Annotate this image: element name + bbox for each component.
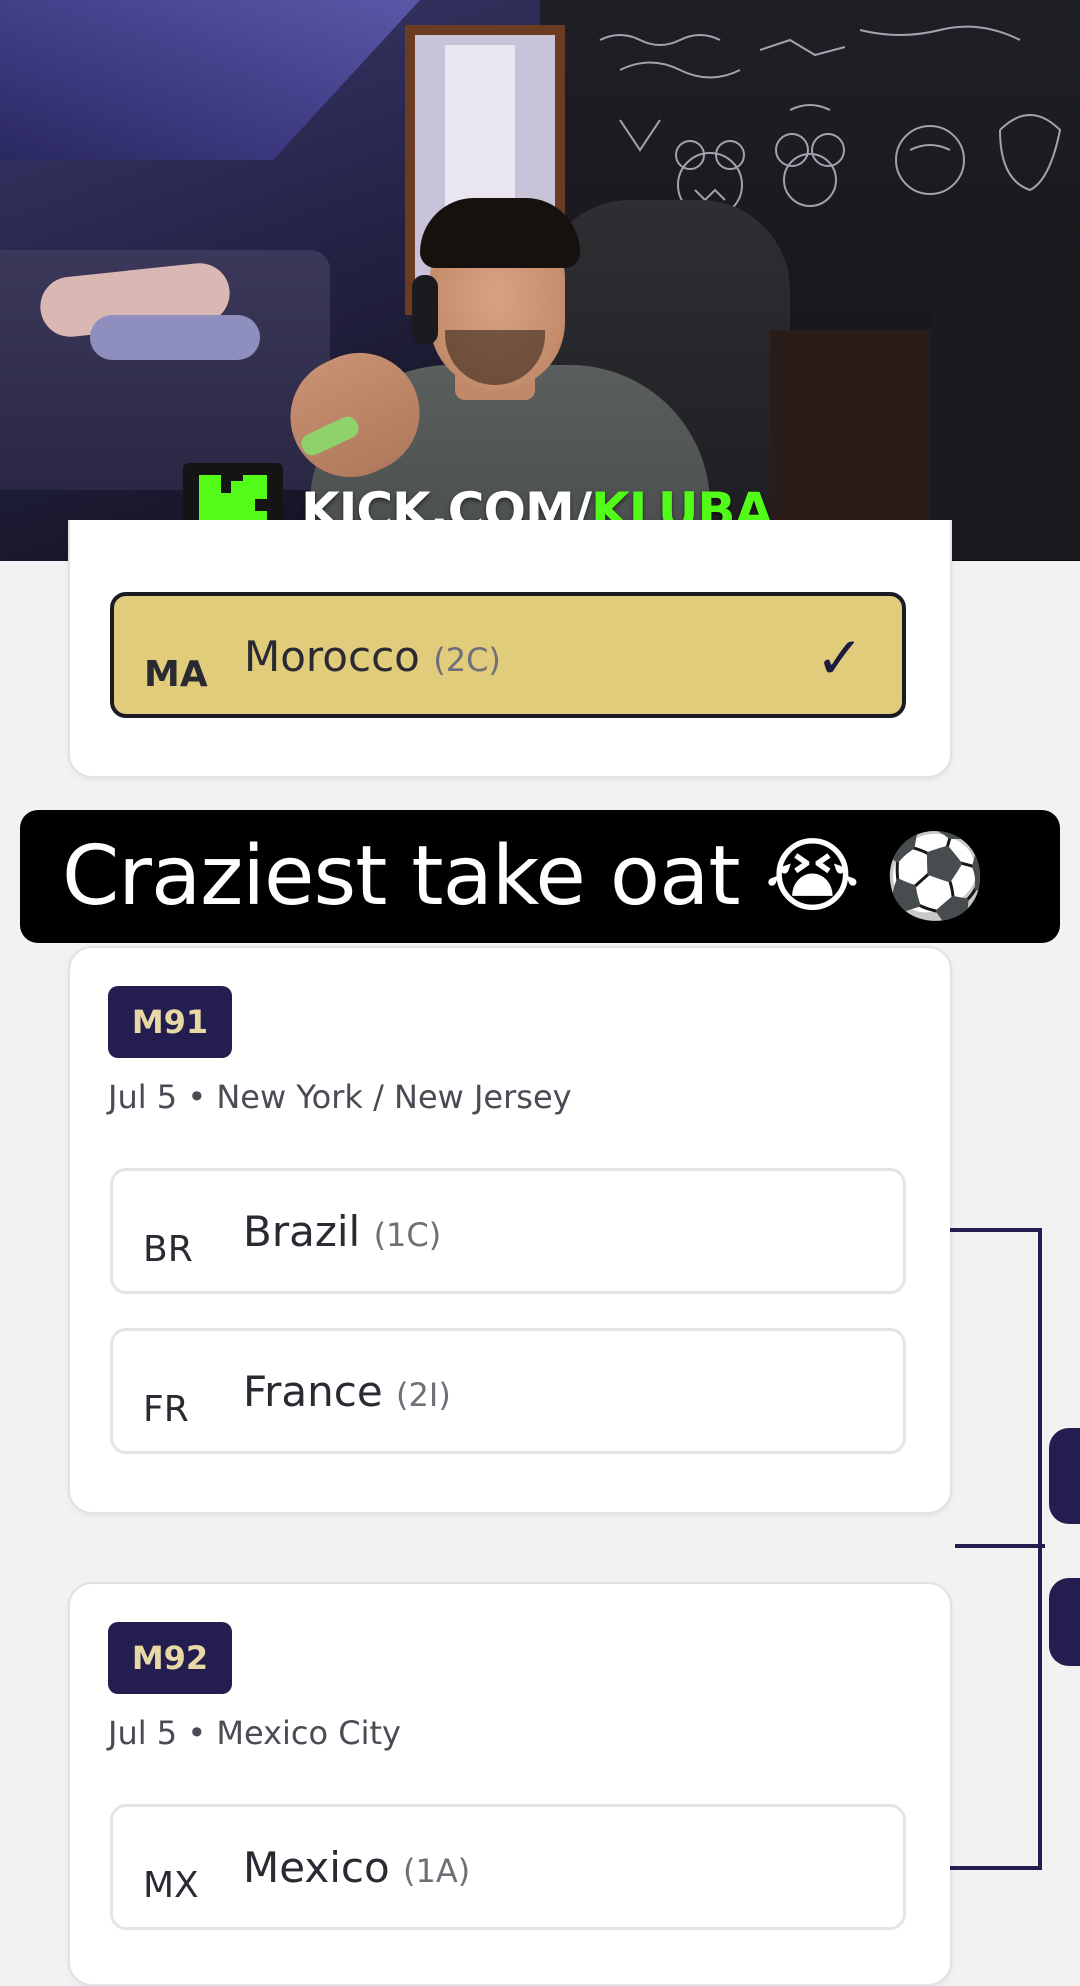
ceiling — [0, 0, 420, 160]
checkmark-icon: ✓ — [815, 626, 864, 691]
match-id-badge: M91 — [108, 986, 232, 1058]
next-round-card-edge[interactable] — [1049, 1428, 1080, 1524]
match-card-previous: MA Morocco (2C) ✓ — [68, 520, 952, 778]
team-code: MX — [143, 1865, 199, 1906]
match-date-venue: Jul 5 • Mexico City — [108, 1714, 401, 1752]
team-name: Brazil (1C) — [243, 1207, 442, 1256]
team-seed: (2I) — [396, 1376, 451, 1414]
bracket-connector — [955, 1544, 1045, 1548]
team-option-brazil[interactable]: BR Brazil (1C) — [110, 1168, 906, 1294]
team-option-france[interactable]: FR France (2I) — [110, 1328, 906, 1454]
team-name: Morocco (2C) — [244, 632, 501, 681]
team-name: France (2I) — [243, 1367, 451, 1416]
next-round-card-edge[interactable] — [1049, 1578, 1080, 1666]
desk — [930, 250, 1080, 560]
team-seed: (2C) — [433, 641, 501, 679]
video-caption: Craziest take oat 😭 ⚽️ — [20, 810, 1060, 943]
match-card-m92: M92 Jul 5 • Mexico City MX Mexico (1A) — [68, 1582, 952, 1986]
pillow — [90, 315, 260, 360]
team-option-morocco[interactable]: MA Morocco (2C) ✓ — [110, 592, 906, 718]
match-id-badge: M92 — [108, 1622, 232, 1694]
match-card-m91: M91 Jul 5 • New York / New Jersey BR Bra… — [68, 946, 952, 1514]
team-seed: (1A) — [403, 1852, 471, 1890]
caption-text: Craziest take oat 😭 ⚽️ — [62, 828, 987, 924]
team-code: MA — [144, 654, 208, 695]
bracket-connector — [950, 1866, 1042, 1870]
team-code: FR — [143, 1389, 189, 1430]
headset-icon — [412, 275, 438, 345]
bracket-connector — [1038, 1228, 1042, 1870]
team-option-mexico[interactable]: MX Mexico (1A) — [110, 1804, 906, 1930]
team-name: Mexico (1A) — [243, 1843, 471, 1892]
team-code: BR — [143, 1229, 193, 1270]
match-date-venue: Jul 5 • New York / New Jersey — [108, 1078, 572, 1116]
webcam-feed: KICK.COM/KLUBA — [0, 0, 1080, 561]
team-seed: (1C) — [373, 1216, 442, 1254]
bracket-connector — [950, 1228, 1042, 1232]
